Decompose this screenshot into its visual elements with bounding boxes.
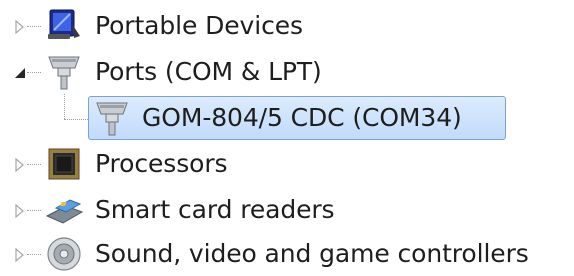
tree-item-portable-devices[interactable]: Portable Devices	[0, 4, 574, 48]
smart-card-reader-icon	[45, 199, 84, 224]
processor-icon	[48, 148, 80, 180]
tree-connector	[27, 210, 41, 211]
tree-connector	[27, 72, 41, 73]
device-tree: Portable Devices Ports (COM & LPT) GOM-8…	[0, 0, 574, 272]
port-connector-icon	[48, 56, 80, 90]
tree-item-label: Portable Devices	[95, 11, 303, 40]
tree-item-label: Sound, video and game controllers	[95, 239, 529, 268]
tree-connector	[27, 254, 41, 255]
tree-item-smart-card-readers[interactable]: Smart card readers	[0, 188, 574, 232]
speaker-icon	[47, 237, 81, 271]
expand-arrow-icon[interactable]	[12, 157, 28, 173]
expand-arrow-icon[interactable]	[12, 19, 28, 35]
tree-item-processors[interactable]: Processors	[0, 142, 574, 186]
tree-connector	[27, 164, 41, 165]
tree-item-label: Processors	[95, 149, 228, 178]
expand-arrow-icon[interactable]	[12, 203, 28, 219]
tree-item-sound-video-game[interactable]: Sound, video and game controllers	[0, 232, 574, 276]
expand-arrow-icon[interactable]	[12, 247, 28, 263]
portable-device-icon	[48, 9, 80, 39]
collapse-arrow-icon[interactable]	[12, 65, 28, 81]
tree-item-label: Ports (COM & LPT)	[95, 57, 322, 86]
port-connector-icon	[96, 102, 128, 136]
tree-item-label: GOM-804/5 CDC (COM34)	[142, 103, 462, 132]
tree-connector	[27, 26, 41, 27]
tree-item-gom-804-5-cdc[interactable]: GOM-804/5 CDC (COM34)	[0, 96, 574, 140]
tree-item-ports[interactable]: Ports (COM & LPT)	[0, 50, 574, 94]
tree-item-label: Smart card readers	[95, 195, 335, 224]
